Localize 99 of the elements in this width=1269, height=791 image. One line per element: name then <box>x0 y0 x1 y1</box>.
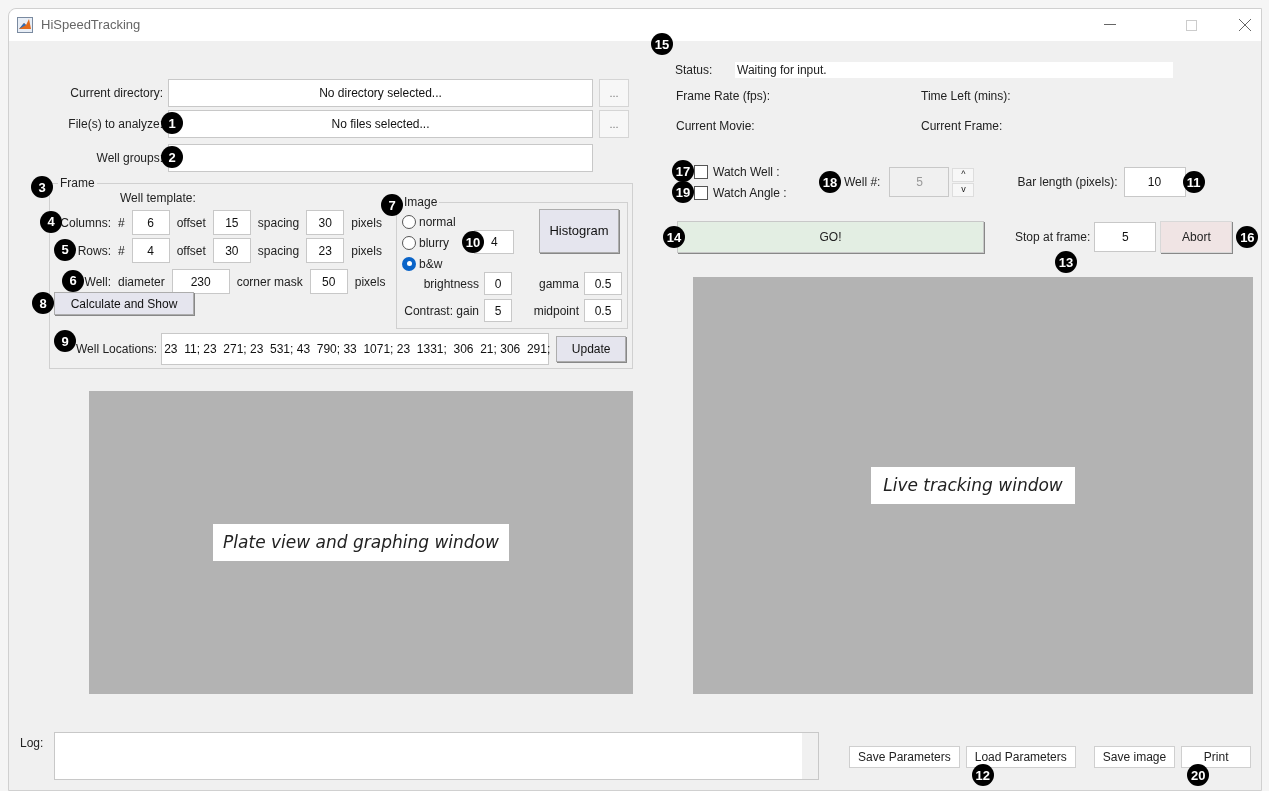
param-field[interactable]: 5 <box>484 299 512 322</box>
unit-label: # <box>118 214 125 232</box>
number-field[interactable]: 50 <box>309 269 348 294</box>
window-title: HiSpeedTracking <box>41 16 141 35</box>
radio-button[interactable] <box>402 214 416 229</box>
callout-number: 14 <box>663 226 685 248</box>
path-field[interactable] <box>168 144 593 172</box>
param-label: midpoint <box>532 302 579 320</box>
callout-number: 1 <box>161 112 183 134</box>
stop-frame-label: Stop at frame: <box>1015 229 1091 246</box>
callout-number: 16 <box>1236 226 1259 248</box>
callout-number: 13 <box>1055 251 1077 273</box>
row-label: Rows: <box>77 242 111 260</box>
plate-view-caption: Plate view and graphing window <box>213 523 509 562</box>
param-field[interactable]: 0 <box>484 272 512 295</box>
histogram-button[interactable]: Histogram <box>539 209 619 253</box>
number-field[interactable]: 30 <box>212 238 251 263</box>
callout-number: 10 <box>462 231 484 253</box>
live-view-caption: Live tracking window <box>871 466 1075 505</box>
callout-number: 15 <box>651 33 673 55</box>
radio-button[interactable] <box>402 256 416 271</box>
callout-number: 5 <box>54 238 76 261</box>
unit-label: offset <box>176 242 206 260</box>
param-label: gamma <box>538 275 579 293</box>
well-number-label: Well #: <box>844 174 881 191</box>
calculate-button[interactable]: Calculate and Show <box>54 292 194 315</box>
group-title: Frame <box>59 175 96 192</box>
log-label: Log: <box>20 735 45 752</box>
checkbox[interactable] <box>694 164 708 179</box>
checkbox-label: Watch Well : <box>713 163 780 181</box>
radio-label: normal <box>419 213 456 231</box>
number-field[interactable]: 23 <box>306 238 345 263</box>
bar-length-field[interactable]: 10 <box>1123 167 1186 197</box>
param-field[interactable]: 0.5 <box>584 272 622 295</box>
unit-label: offset <box>176 214 206 232</box>
toolbar-button[interactable]: Save image <box>1093 746 1176 768</box>
browse-button[interactable]: ... <box>599 79 629 107</box>
status-label: Status: <box>675 62 714 79</box>
row-label: Well Locations: <box>76 341 158 358</box>
unit-label: diameter <box>118 273 165 291</box>
callout-number: 8 <box>32 292 54 314</box>
log-field[interactable] <box>54 732 819 780</box>
unit-label: pixels <box>351 242 382 260</box>
toolbar-button[interactable]: Print <box>1181 746 1252 768</box>
number-field[interactable]: 4 <box>131 238 170 263</box>
unit-label: spacing <box>257 242 300 260</box>
unit-label: corner mask <box>236 273 303 291</box>
callout-number: 4 <box>40 210 62 233</box>
unit-label: # <box>118 242 125 260</box>
checkbox[interactable] <box>694 185 708 200</box>
browse-button[interactable]: ... <box>599 110 629 138</box>
field-label: File(s) to analyze: <box>68 116 163 133</box>
param-label: brightness <box>422 275 479 293</box>
number-field[interactable]: 230 <box>171 269 230 294</box>
radio-label: blurry <box>419 234 449 252</box>
callout-number: 20 <box>1187 764 1210 786</box>
callout-number: 17 <box>672 160 694 182</box>
abort-button[interactable]: Abort <box>1160 221 1233 253</box>
row-label: Well: <box>84 273 111 291</box>
callout-number: 3 <box>31 176 53 198</box>
callout-number: 18 <box>819 171 841 193</box>
minimize-icon[interactable] <box>1104 24 1116 26</box>
toolbar-button[interactable]: Save Parameters <box>849 746 960 768</box>
param-field[interactable]: 0.5 <box>584 299 622 322</box>
number-field[interactable]: 15 <box>212 210 251 235</box>
checkbox-label: Watch Angle : <box>713 184 787 202</box>
radio-button[interactable] <box>402 235 416 250</box>
scrollbar[interactable] <box>802 733 818 779</box>
stop-frame-field[interactable]: 5 <box>1094 222 1157 252</box>
readout-label: Frame Rate (fps): <box>676 88 772 105</box>
row-label: Columns: <box>60 214 111 232</box>
update-button[interactable]: Update <box>556 336 627 362</box>
unit-label: spacing <box>257 214 300 232</box>
param-label: Contrast: gain <box>403 302 479 320</box>
callout-number: 2 <box>161 146 183 168</box>
unit-label: pixels <box>354 273 386 291</box>
field-label: Well groups: <box>96 150 163 167</box>
path-field[interactable]: No directory selected... <box>168 79 593 107</box>
close-icon[interactable] <box>1239 19 1251 31</box>
section-label: Well template: <box>120 190 197 207</box>
unit-label: pixels <box>351 214 382 232</box>
callout-number: 6 <box>62 269 84 292</box>
callout-number: 9 <box>54 330 76 352</box>
toolbar-button[interactable]: Load Parameters <box>965 746 1076 768</box>
readout-label: Time Left (mins): <box>921 88 1012 105</box>
number-field[interactable]: 6 <box>131 210 170 235</box>
app-logo-icon <box>17 17 33 33</box>
group-title: Image <box>403 194 439 211</box>
bar-length-label: Bar length (pixels): <box>1017 174 1118 191</box>
field-label: Current directory: <box>70 85 163 102</box>
radio-label: b&w <box>419 255 443 273</box>
callout-number: 19 <box>672 181 694 203</box>
well-locations-field[interactable]: 23 11; 23 271; 23 531; 43 790; 33 1071; 23 1331; 306 21; 306 291; <box>161 333 550 365</box>
callout-number: 7 <box>381 194 403 216</box>
callout-number: 12 <box>971 764 994 786</box>
number-field[interactable]: 30 <box>306 210 345 235</box>
readout-label: Current Frame: <box>921 118 1004 135</box>
readout-label: Current Movie: <box>676 118 756 135</box>
status-field: Waiting for input. <box>735 62 1173 78</box>
